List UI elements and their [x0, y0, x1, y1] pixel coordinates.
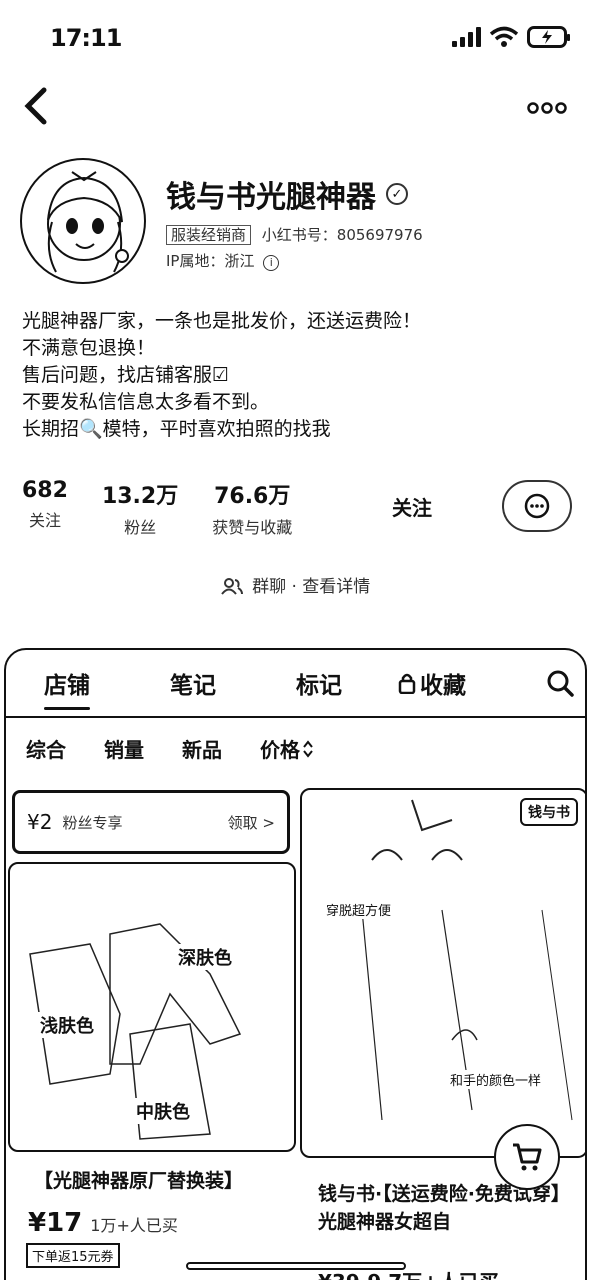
stat-label: 粉丝 [124, 518, 157, 537]
stat-following[interactable]: 682 关注 [22, 478, 68, 538]
rebate-badge: 下单返15元券 [26, 1243, 120, 1268]
tab-notes[interactable]: 笔记 [170, 666, 216, 700]
content-sheet: 店铺 笔记 标记 收藏 综合 销量 新品 价格 ¥2 粉丝专享 领取 > 深肤色… [4, 648, 587, 1280]
swatch-medium: 中肤色 [134, 1098, 192, 1124]
ip-location-text: IP属地：浙江 [166, 252, 255, 270]
cart-button[interactable] [494, 1124, 560, 1190]
product-image[interactable]: 深肤色 浅肤色 中肤色 [8, 862, 296, 1152]
avatar[interactable] [20, 158, 146, 284]
product-title[interactable]: 【光腿神器原厂替换装】 [34, 1166, 243, 1193]
brand-badge: 钱与书 [520, 798, 578, 826]
signal-icon [452, 27, 481, 47]
search-icon [547, 670, 574, 697]
ip-location: IP属地：浙江 i [166, 250, 280, 271]
group-icon [220, 578, 243, 595]
image-caption: 和手的颜色一样 [448, 1070, 544, 1089]
tab-shop[interactable]: 店铺 [44, 666, 90, 710]
stat-value: 76.6万 [214, 484, 291, 509]
cart-icon [513, 1143, 542, 1171]
sort-filters: 综合 销量 新品 价格 [26, 734, 314, 763]
product-column-right: 钱与书 穿脱超方便 和手的颜色一样 钱与书·【送运费险·免费试穿】光腿神器女超自… [300, 788, 585, 1280]
nav-bar [0, 78, 591, 138]
bio-line: 光腿神器厂家，一条也是批发价，还送运费险！ [22, 310, 422, 332]
coupon-amount: ¥2 [27, 810, 53, 834]
username: 钱与书光腿神器 [166, 180, 376, 215]
status-icons [452, 26, 570, 48]
stat-label: 获赞与收藏 [212, 518, 293, 537]
avatar-illustration [47, 171, 129, 273]
info-icon[interactable]: i [263, 255, 280, 271]
chat-icon [524, 493, 550, 519]
filter-price-label: 价格 [260, 738, 300, 762]
tab-collections-label: 收藏 [420, 673, 466, 699]
bio-line: 不满意包退换！ [22, 337, 156, 359]
bio-line: 长期招🔍模特，平时喜欢拍照的找我 [22, 418, 331, 440]
message-button[interactable] [502, 480, 572, 532]
fan-coupon[interactable]: ¥2 粉丝专享 领取 > [12, 790, 290, 854]
filter-sales[interactable]: 销量 [104, 734, 144, 763]
username-row: 钱与书光腿神器 ✓ [166, 172, 408, 216]
verified-icon: ✓ [386, 183, 408, 205]
price-row: ¥17 1万+人已买 [28, 1208, 178, 1238]
search-button[interactable] [545, 668, 575, 698]
stat-followers[interactable]: 13.2万 粉丝 [102, 478, 178, 538]
status-time: 17:11 [50, 24, 122, 52]
status-bar: 17:11 [0, 0, 591, 78]
more-dots-icon [527, 102, 567, 114]
product-price: ¥17 [28, 1208, 83, 1238]
chevron-left-icon [24, 87, 47, 125]
coupon-type: 粉丝专享 [62, 813, 123, 832]
sold-count: 1万+人已买 [90, 1216, 178, 1235]
group-chat-text: 群聊 · 查看详情 [252, 577, 371, 597]
battery-icon [527, 26, 570, 48]
lock-icon [398, 673, 416, 694]
product-image[interactable]: 钱与书 穿脱超方便 和手的颜色一样 [300, 788, 585, 1158]
wifi-icon [489, 26, 519, 47]
seller-tag: 服装经销商 [166, 225, 252, 245]
tab-marked[interactable]: 标记 [296, 666, 342, 700]
profile-bio: 光腿神器厂家，一条也是批发价，还送运费险！ 不满意包退换！ 售后问题，找店铺客服… [22, 308, 572, 443]
profile-stats: 682 关注 13.2万 粉丝 76.6万 获赞与收藏 [22, 478, 292, 538]
tab-collections[interactable]: 收藏 [398, 666, 466, 700]
bio-line: 售后问题，找店铺客服☑ [22, 364, 230, 386]
bio-line: 不要发私信信息太多看不到。 [22, 391, 270, 413]
follow-button[interactable]: 关注 [392, 492, 432, 521]
stat-value: 13.2万 [101, 484, 179, 509]
home-indicator[interactable] [186, 1262, 406, 1270]
profile-tabs: 店铺 笔记 标记 收藏 [6, 650, 585, 718]
image-caption: 穿脱超方便 [324, 900, 394, 919]
filter-comprehensive[interactable]: 综合 [26, 734, 66, 763]
more-button[interactable] [527, 96, 567, 121]
legs-photo [361, 799, 573, 1121]
filter-new[interactable]: 新品 [182, 734, 222, 763]
group-chat-link[interactable]: 群聊 · 查看详情 [0, 572, 591, 597]
filter-price[interactable]: 价格 [260, 734, 314, 763]
stat-value: 682 [22, 478, 68, 503]
product-column-left: ¥2 粉丝专享 领取 > 深肤色 浅肤色 中肤色 【光腿神器原厂替换装】 ¥17… [8, 788, 296, 1280]
stat-likes-collections[interactable]: 76.6万 获赞与收藏 [212, 478, 292, 538]
stat-label: 关注 [28, 511, 61, 530]
profile-meta: 服装经销商 小红书号：805697976 [166, 224, 423, 245]
back-button[interactable] [22, 86, 62, 130]
redbook-id[interactable]: 小红书号：805697976 [262, 226, 423, 244]
coupon-claim-button[interactable]: 领取 > [228, 812, 275, 833]
swatch-light: 浅肤色 [38, 1012, 96, 1038]
swatch-dark: 深肤色 [176, 944, 234, 970]
sort-arrows-icon [303, 739, 313, 758]
